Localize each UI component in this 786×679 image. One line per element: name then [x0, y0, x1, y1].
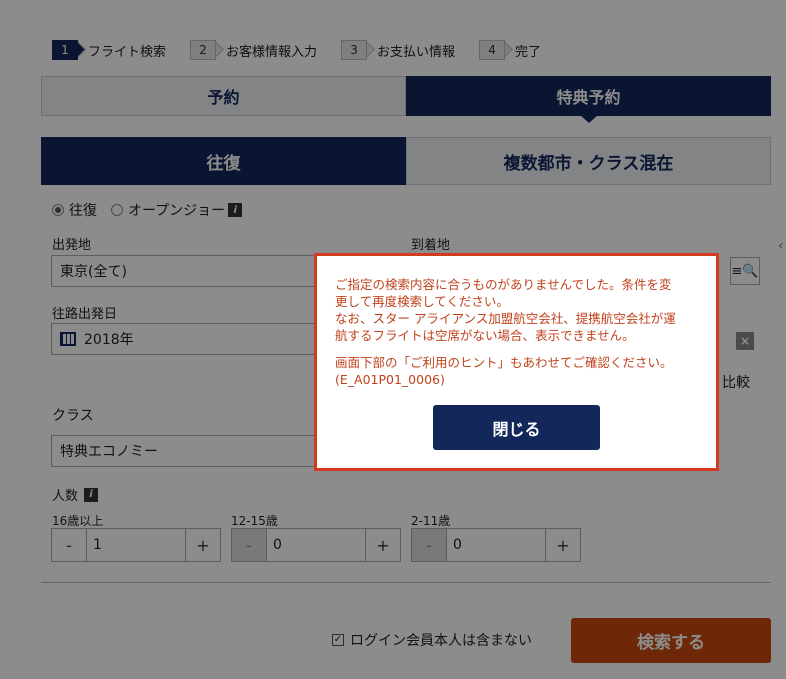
error-code: (E_A01P01_0006): [335, 372, 445, 387]
error-line: 更して再度検索してください。: [335, 294, 509, 309]
error-line: 航するフライトは空席がない場合、表示できません。: [335, 328, 635, 343]
error-dialog: ご指定の検索内容に合うものがありませんでした。条件を変 更して再度検索してくださ…: [314, 253, 719, 471]
error-line: なお、スター アライアンス加盟航空会社、提携航空会社が運: [335, 311, 676, 326]
error-line: ご指定の検索内容に合うものがありませんでした。条件を変: [335, 277, 672, 292]
close-button[interactable]: 閉じる: [433, 405, 600, 450]
error-line: 画面下部の「ご利用のヒント」もあわせてご確認ください。: [335, 355, 673, 370]
error-message: ご指定の検索内容に合うものがありませんでした。条件を変 更して再度検索してくださ…: [335, 276, 698, 388]
